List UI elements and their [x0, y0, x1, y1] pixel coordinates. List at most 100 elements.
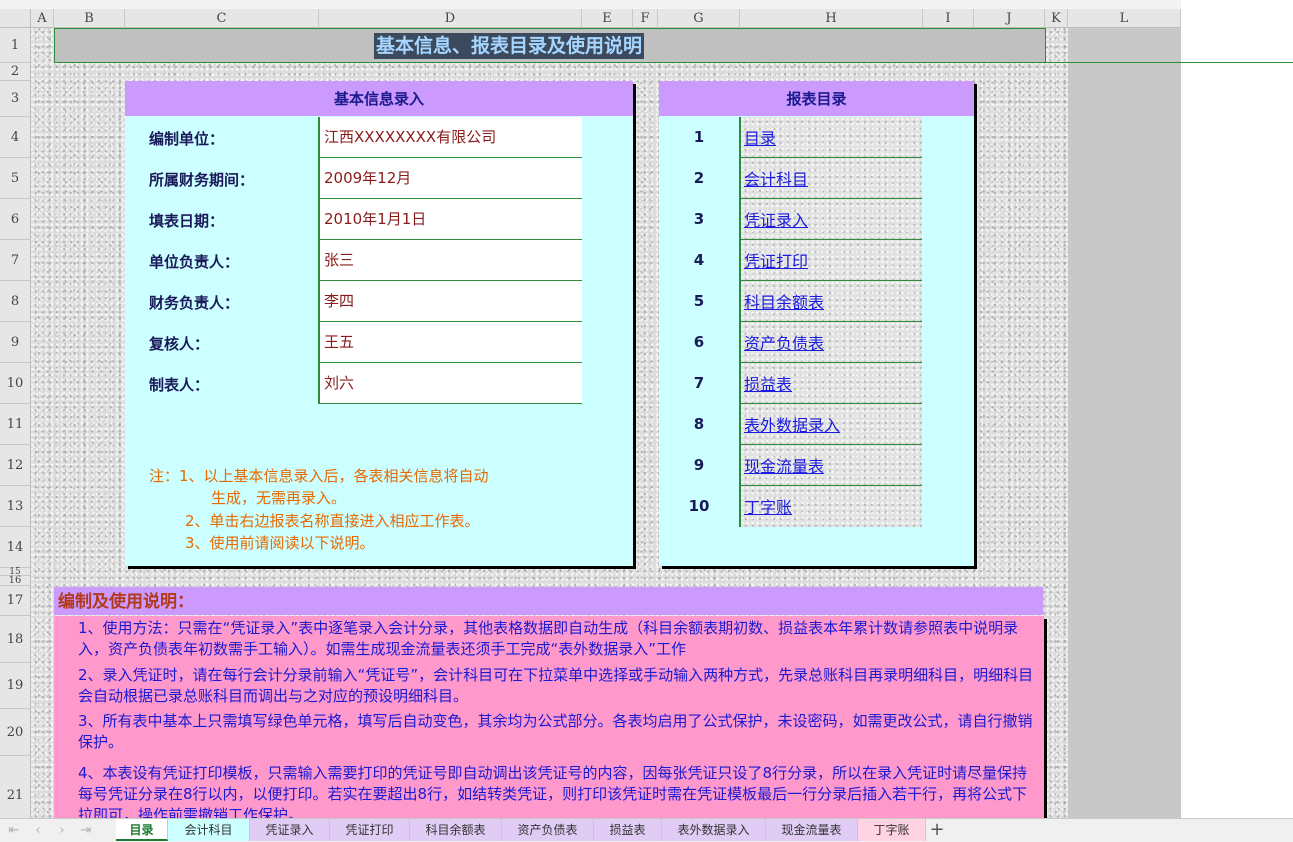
catalog-link[interactable]: 目录	[739, 117, 922, 158]
catalog-link[interactable]: 表外数据录入	[739, 404, 922, 445]
note-line: 2、单击右边报表名称直接进入相应工作表。	[185, 512, 480, 530]
catalog-link[interactable]: 凭证打印	[739, 240, 922, 281]
last-sheet-icon[interactable]: ⇥	[76, 821, 96, 841]
row-header[interactable]: 10	[0, 363, 31, 404]
prev-sheet-icon[interactable]: ‹	[28, 821, 48, 841]
add-sheet-button[interactable]: +	[926, 819, 948, 841]
catalog-number: 8	[693, 415, 705, 433]
catalog-header: 报表目录	[659, 81, 974, 116]
column-header[interactable]: L	[1068, 9, 1181, 28]
column-k-shading	[1068, 28, 1181, 818]
formula-bar-edge	[0, 0, 1181, 9]
column-header[interactable]: F	[633, 9, 658, 28]
field-label: 复核人：	[149, 335, 210, 353]
row-header[interactable]: 12	[0, 445, 31, 486]
tab-sheet[interactable]: 现金流量表	[766, 819, 858, 841]
field-label: 填表日期：	[149, 212, 225, 230]
tab-sheet[interactable]: 资产负债表	[502, 819, 594, 841]
instructions-box: 1、使用方法：只需在“凭证录入”表中逐笔录入会计分录，其他表格数据即自动生成（科…	[54, 616, 1044, 826]
tab-sheet[interactable]: 损益表	[594, 819, 662, 841]
catalog-number: 3	[693, 210, 705, 228]
instructions-header: 编制及使用说明：	[54, 587, 1043, 615]
catalog-number: 7	[693, 374, 705, 392]
catalog-link[interactable]: 丁字账	[739, 486, 922, 527]
instruction-item: 4、本表设有凭证打印模板，只需输入需要打印的凭证号即自动调出该凭证号的内容，因每…	[78, 764, 1028, 824]
column-header[interactable]: E	[582, 9, 633, 28]
report-catalog-panel: 报表目录 1 目录 2 会计科目 3 凭证录入 4 凭证打印 5 科目余额表 6…	[659, 81, 974, 566]
tab-sheet[interactable]: 目录	[116, 819, 168, 841]
catalog-link[interactable]: 科目余额表	[739, 281, 922, 322]
column-header[interactable]: B	[54, 9, 125, 28]
field-label: 单位负责人：	[149, 253, 240, 271]
select-all-corner[interactable]	[0, 9, 31, 28]
row-header[interactable]: 19	[0, 663, 31, 709]
row-header[interactable]: 1	[0, 28, 31, 63]
field-label: 财务负责人：	[149, 294, 240, 312]
note-line: 生成，无需再录入。	[211, 489, 347, 507]
row-header[interactable]: 20	[0, 709, 31, 756]
catalog-link[interactable]: 损益表	[739, 363, 922, 404]
row-header[interactable]: 8	[0, 281, 31, 322]
tab-sheet[interactable]: 丁字账	[858, 819, 926, 841]
row-header[interactable]: 5	[0, 158, 31, 199]
field-label: 所属财务期间：	[149, 171, 255, 189]
unit-head-cell[interactable]: 张三	[318, 240, 582, 281]
row-header[interactable]: 4	[0, 117, 31, 158]
row-header[interactable]: 7	[0, 240, 31, 281]
row-header[interactable]: 18	[0, 616, 31, 663]
first-sheet-icon[interactable]: ⇤	[4, 821, 24, 841]
column-header[interactable]: A	[31, 9, 54, 28]
column-header[interactable]: G	[658, 9, 740, 28]
column-header[interactable]: I	[923, 9, 974, 28]
tab-sheet[interactable]: 表外数据录入	[662, 819, 766, 841]
note-line: 注：1、以上基本信息录入后，各表相关信息将自动	[149, 467, 489, 485]
tab-sheet[interactable]: 科目余额表	[410, 819, 502, 841]
catalog-number: 4	[693, 251, 705, 269]
row-header[interactable]: 2	[0, 63, 31, 81]
row-header[interactable]: 11	[0, 404, 31, 445]
row-header[interactable]: 6	[0, 199, 31, 240]
row-header[interactable]: 17	[0, 586, 31, 616]
reviewer-cell[interactable]: 王五	[318, 322, 582, 363]
next-sheet-icon[interactable]: ›	[52, 821, 72, 841]
sheet-tab-bar: ⇤ ‹ › ⇥ 目录 会计科目 凭证录入 凭证打印 科目余额表 资产负债表 损益…	[0, 818, 1293, 842]
page-title: 基本信息、报表目录及使用说明	[374, 33, 645, 59]
column-header[interactable]: D	[319, 9, 582, 28]
spreadsheet: A B C D E F G H I J K L 1 2 3 4 5 6 7 8 …	[0, 0, 1293, 842]
period-cell[interactable]: 2009年12月	[318, 158, 582, 199]
row-header[interactable]: 3	[0, 81, 31, 117]
column-header[interactable]: C	[125, 9, 319, 28]
instruction-item: 2、录入凭证时，请在每行会计分录前输入“凭证号”，会计科目可在下拉菜单中选择或手…	[78, 666, 1034, 705]
org-name-cell[interactable]: 江西XXXXXXXX有限公司	[318, 117, 582, 158]
catalog-link[interactable]: 现金流量表	[739, 445, 922, 486]
catalog-number: 9	[693, 456, 705, 474]
row-header[interactable]: 13	[0, 486, 31, 527]
catalog-number: 5	[693, 292, 705, 310]
finance-head-cell[interactable]: 李四	[318, 281, 582, 322]
tab-sheet[interactable]: 凭证打印	[330, 819, 410, 841]
fill-date-cell[interactable]: 2010年1月1日	[318, 199, 582, 240]
catalog-link[interactable]: 凭证录入	[739, 199, 922, 240]
row-header[interactable]: 14	[0, 527, 31, 568]
row-header[interactable]: 16	[0, 576, 31, 586]
tab-sheet[interactable]: 凭证录入	[250, 819, 330, 841]
catalog-number: 1	[693, 128, 705, 146]
column-header[interactable]: K	[1045, 9, 1068, 28]
catalog-number: 2	[693, 169, 705, 187]
column-header[interactable]: H	[740, 9, 923, 28]
catalog-number: 10	[688, 497, 710, 515]
basic-info-panel: 基本信息录入 编制单位： 江西XXXXXXXX有限公司 所属财务期间： 2009…	[125, 81, 633, 566]
gridline	[1045, 62, 1293, 63]
instruction-item: 3、所有表中基本上只需填写绿色单元格，填写后自动变色，其余均为公式部分。各表均启…	[78, 712, 1033, 751]
field-label: 编制单位：	[149, 130, 225, 148]
column-header[interactable]: J	[974, 9, 1045, 28]
catalog-link[interactable]: 会计科目	[739, 158, 922, 199]
instruction-item: 1、使用方法：只需在“凭证录入”表中逐笔录入会计分录，其他表格数据即自动生成（科…	[78, 619, 1019, 658]
preparer-cell[interactable]: 刘六	[318, 363, 582, 404]
catalog-number: 6	[693, 333, 705, 351]
blank-area	[1181, 0, 1293, 818]
note-line: 3、使用前请阅读以下说明。	[185, 534, 375, 552]
tab-sheet[interactable]: 会计科目	[168, 819, 250, 841]
catalog-link[interactable]: 资产负债表	[739, 322, 922, 363]
row-header[interactable]: 9	[0, 322, 31, 363]
